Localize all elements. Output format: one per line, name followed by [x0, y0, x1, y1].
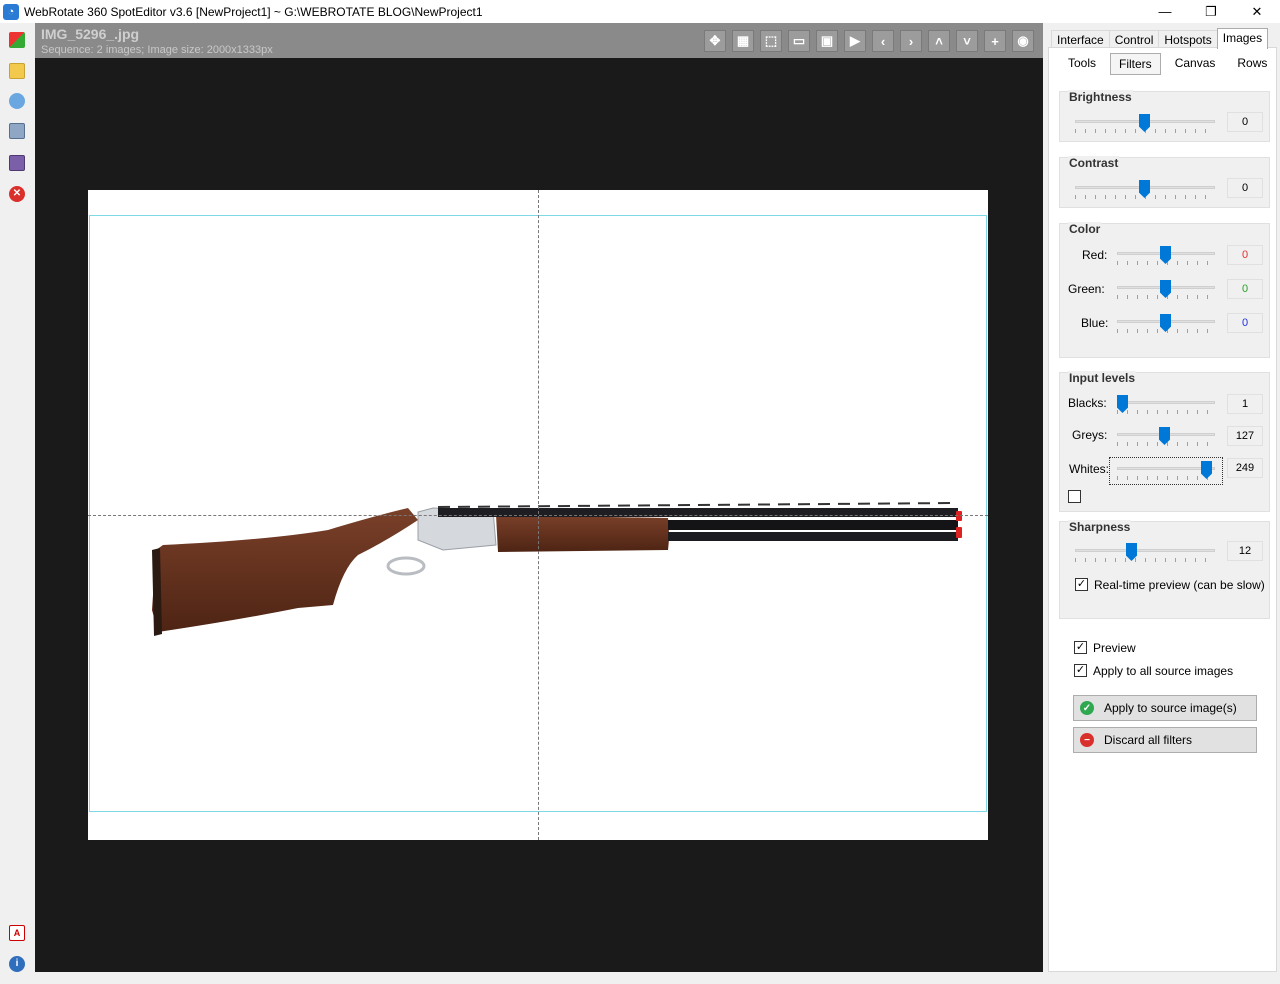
title-bar: ◔ WebRotate 360 SpotEditor v3.6 [NewProj… [0, 0, 1280, 23]
images-tab-body: Tools Filters Canvas Rows Brightness 0 C… [1048, 47, 1277, 972]
open-folder-icon[interactable] [9, 63, 25, 79]
play-icon[interactable]: ▶ [844, 30, 866, 52]
blue-slider[interactable] [1117, 314, 1215, 334]
greys-label: Greys: [1072, 428, 1108, 442]
sharpness-title: Sharpness [1068, 520, 1132, 534]
viewer-header: IMG_5296_.jpg Sequence: 2 images; Image … [35, 23, 1043, 58]
add-project-icon[interactable] [9, 32, 25, 48]
apply-all-checkbox[interactable]: ✓ [1074, 664, 1087, 677]
green-value[interactable]: 0 [1227, 279, 1263, 299]
add-icon[interactable]: + [984, 30, 1006, 52]
discard-filters-button[interactable]: − Discard all filters [1073, 727, 1257, 753]
color-group: Color Red: 0 Green: 0 Blue: 0 [1059, 222, 1270, 358]
horizontal-center-guide [88, 515, 988, 516]
input-levels-title: Input levels [1068, 371, 1137, 385]
subtab-filters[interactable]: Filters [1110, 53, 1161, 75]
window-controls: — ❐ ✕ [1142, 0, 1280, 23]
select-icon[interactable]: ⬚ [760, 30, 782, 52]
apply-filters-label: Apply to source image(s) [1104, 701, 1237, 715]
image-title: IMG_5296_.jpg [41, 26, 140, 42]
contrast-slider[interactable] [1075, 180, 1215, 200]
publish-icon[interactable] [9, 93, 25, 109]
close-icon[interactable]: ✕ [9, 186, 25, 202]
contrast-title: Contrast [1068, 156, 1120, 170]
image-subtabs: Tools Filters Canvas Rows [1060, 53, 1280, 75]
apply-filters-button[interactable]: ✓ Apply to source image(s) [1073, 695, 1257, 721]
minus-icon: − [1080, 733, 1094, 747]
discard-filters-label: Discard all filters [1104, 733, 1193, 747]
sharpness-slider[interactable] [1075, 543, 1215, 563]
sharpness-group: Sharpness 12 ✓ Real-time preview (can be… [1059, 520, 1270, 619]
record-icon[interactable]: ◉ [1012, 30, 1034, 52]
restore-button[interactable]: ❐ [1188, 0, 1234, 23]
blue-label: Blue: [1081, 316, 1109, 330]
blacks-slider[interactable] [1117, 395, 1215, 415]
subtab-canvas[interactable]: Canvas [1167, 53, 1224, 75]
status-bar [35, 972, 1043, 984]
whites-value[interactable]: 249 [1227, 458, 1263, 478]
pdf-icon[interactable]: A [9, 925, 25, 941]
move-icon[interactable]: ✥ [704, 30, 726, 52]
color-title: Color [1068, 222, 1102, 236]
blacks-value[interactable]: 1 [1227, 394, 1263, 414]
greys-value[interactable]: 127 [1227, 426, 1263, 446]
whites-slider[interactable] [1109, 457, 1223, 485]
print-icon[interactable] [9, 123, 25, 139]
main-tabs: Interface Control Hotspots Images [1051, 28, 1269, 49]
preview-label: Preview [1093, 641, 1136, 655]
brightness-slider[interactable] [1075, 114, 1215, 134]
minimize-button[interactable]: — [1142, 0, 1188, 23]
red-value[interactable]: 0 [1227, 245, 1263, 265]
window-title: WebRotate 360 SpotEditor v3.6 [NewProjec… [24, 4, 483, 19]
levels-auto-checkbox[interactable] [1068, 490, 1081, 503]
realtime-preview-label: Real-time preview (can be slow) [1094, 578, 1265, 592]
contrast-group: Contrast 0 [1059, 156, 1270, 208]
brightness-group: Brightness 0 [1059, 90, 1270, 142]
green-slider[interactable] [1117, 280, 1215, 300]
contrast-value[interactable]: 0 [1227, 178, 1263, 198]
properties-panel: Interface Control Hotspots Images Tools … [1043, 23, 1280, 984]
brightness-value[interactable]: 0 [1227, 112, 1263, 132]
save-icon[interactable] [9, 155, 25, 171]
subtab-tools[interactable]: Tools [1060, 53, 1104, 75]
image-canvas[interactable] [88, 190, 988, 840]
sharpness-value[interactable]: 12 [1227, 541, 1263, 561]
realtime-preview-checkbox[interactable]: ✓ [1075, 578, 1088, 591]
grid-icon[interactable]: ▦ [732, 30, 754, 52]
red-label: Red: [1082, 248, 1108, 262]
blacks-label: Blacks: [1068, 396, 1107, 410]
input-levels-group: Input levels Blacks: 1 Greys: 127 Whites… [1059, 371, 1270, 512]
close-window-button[interactable]: ✕ [1234, 0, 1280, 23]
up-icon[interactable]: ˄ [928, 30, 950, 52]
subtab-rows[interactable]: Rows [1229, 53, 1275, 75]
tab-images[interactable]: Images [1216, 28, 1269, 49]
info-icon[interactable]: i [9, 956, 25, 972]
blue-value[interactable]: 0 [1227, 313, 1263, 333]
preview-checkbox[interactable]: ✓ [1074, 641, 1087, 654]
greys-slider[interactable] [1117, 427, 1215, 447]
image-viewer: IMG_5296_.jpg Sequence: 2 images; Image … [35, 23, 1043, 972]
fit-icon[interactable]: ▭ [788, 30, 810, 52]
app-logo-icon: ◔ [3, 3, 19, 20]
apply-all-label: Apply to all source images [1093, 664, 1234, 678]
left-toolbar: ✕ A i [0, 23, 35, 984]
green-label: Green: [1068, 282, 1105, 296]
down-icon[interactable]: ˅ [956, 30, 978, 52]
brightness-title: Brightness [1068, 90, 1133, 104]
red-slider[interactable] [1117, 246, 1215, 266]
frame-icon[interactable]: ▣ [816, 30, 838, 52]
image-info: Sequence: 2 images; Image size: 2000x133… [41, 44, 273, 56]
whites-label: Whites: [1069, 462, 1110, 476]
next-icon[interactable]: › [900, 30, 922, 52]
check-icon: ✓ [1080, 701, 1094, 715]
prev-icon[interactable]: ‹ [872, 30, 894, 52]
